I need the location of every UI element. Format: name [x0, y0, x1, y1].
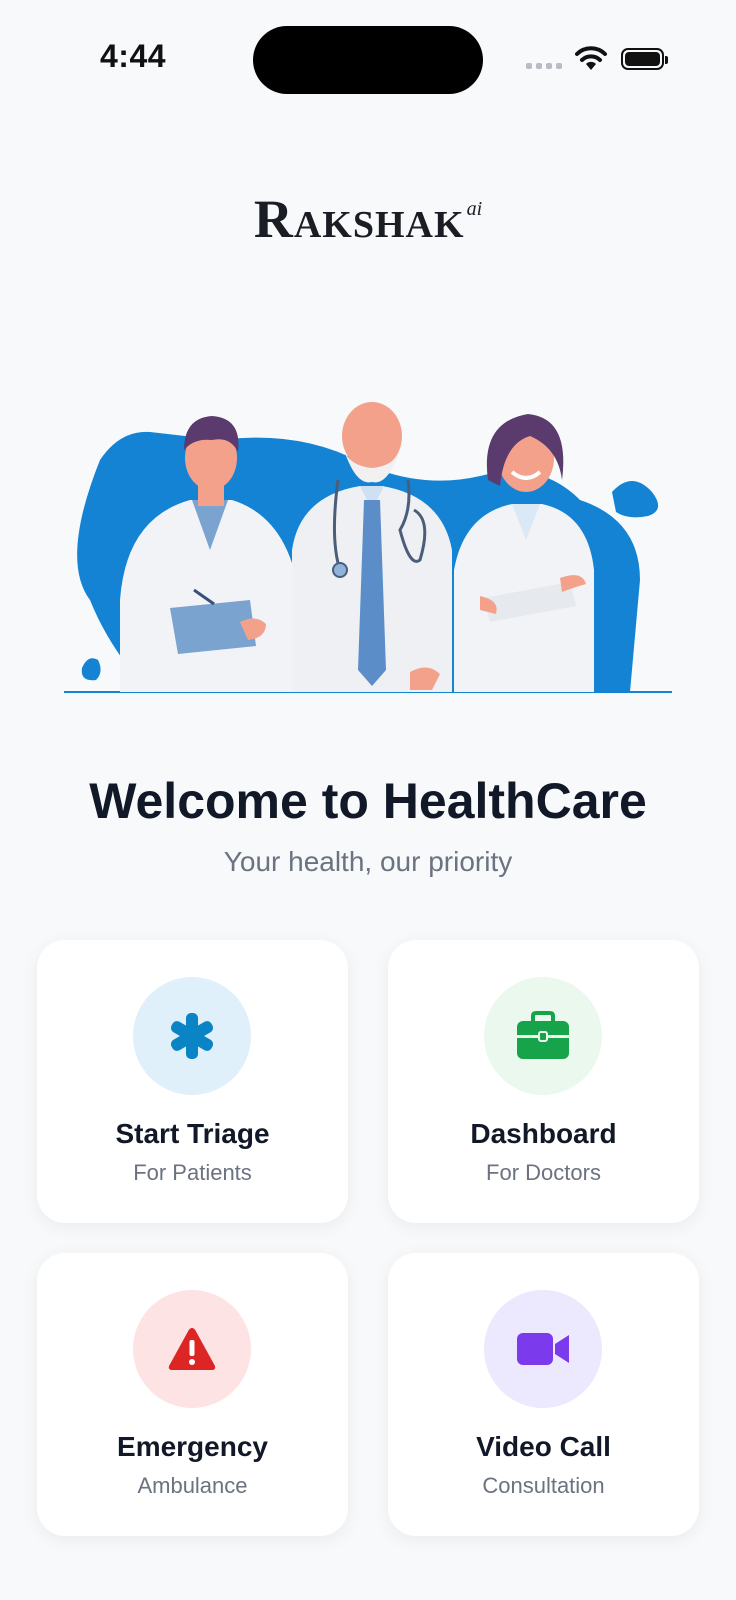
warning-triangle-icon [168, 1328, 216, 1370]
dashboard-icon-badge [484, 977, 602, 1095]
card-title: Start Triage [115, 1118, 270, 1149]
page-title: Welcome to HealthCare [89, 773, 647, 829]
video-call-icon-badge [484, 1290, 602, 1408]
dynamic-island [253, 26, 483, 94]
status-time: 4:44 [100, 38, 167, 74]
briefcase-medical-icon [517, 1011, 569, 1059]
cellular-signal-icon [526, 63, 562, 69]
card-subtitle: For Doctors [486, 1160, 601, 1185]
dashboard-card[interactable]: Dashboard For Doctors [388, 940, 699, 1223]
brand-logo: RAKSHAK ai [253, 189, 483, 249]
doctors-illustration [64, 402, 672, 693]
video-call-card[interactable]: Video Call Consultation [388, 1253, 699, 1536]
card-title: Video Call [476, 1431, 611, 1462]
card-title: Dashboard [470, 1118, 617, 1149]
card-subtitle: Consultation [482, 1473, 605, 1498]
card-title: Emergency [117, 1431, 268, 1462]
asterisk-medical-icon [170, 1013, 214, 1059]
video-camera-icon [517, 1333, 569, 1365]
emergency-card[interactable]: Emergency Ambulance [37, 1253, 348, 1536]
wifi-icon [575, 46, 607, 70]
start-triage-card[interactable]: Start Triage For Patients [37, 940, 348, 1223]
triage-icon-badge [133, 977, 251, 1095]
card-subtitle: For Patients [133, 1160, 252, 1185]
emergency-icon-badge [133, 1290, 251, 1408]
page-subtitle: Your health, our priority [223, 846, 513, 877]
battery-icon [621, 48, 668, 70]
card-subtitle: Ambulance [137, 1473, 248, 1498]
